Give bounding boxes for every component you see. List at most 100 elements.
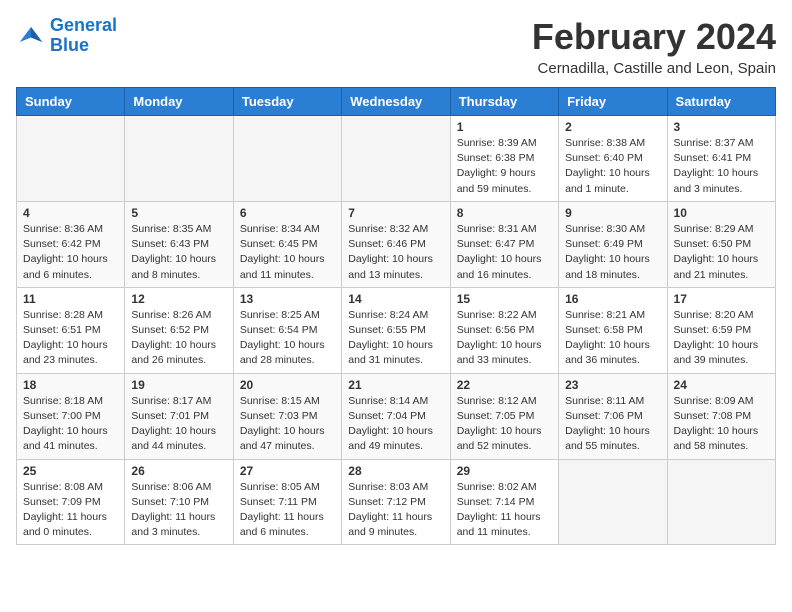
calendar-cell: 27 Sunrise: 8:05 AM Sunset: 7:11 PM Dayli… (233, 459, 341, 545)
day-number: 16 (565, 292, 660, 306)
calendar-cell: 2Sunrise: 8:38 AM Sunset: 6:40 PM Daylig… (559, 116, 667, 202)
weekday-header: Thursday (450, 88, 558, 116)
calendar-cell: 10 Sunrise: 8:29 AM Sunset: 6:50 PM Dayli… (667, 201, 775, 287)
day-number: 11 (23, 292, 118, 306)
day-number: 9 (565, 206, 660, 220)
calendar-cell: 8 Sunrise: 8:31 AM Sunset: 6:47 PM Daylig… (450, 201, 558, 287)
day-number: 21 (348, 378, 443, 392)
day-number: 13 (240, 292, 335, 306)
day-number: 12 (131, 292, 226, 306)
calendar-week-row: 25 Sunrise: 8:08 AM Sunset: 7:09 PM Dayli… (17, 459, 776, 545)
day-number: 3 (674, 120, 769, 134)
day-number: 25 (23, 464, 118, 478)
calendar-cell: 11 Sunrise: 8:28 AM Sunset: 6:51 PM Dayli… (17, 287, 125, 373)
logo-icon (16, 21, 46, 51)
calendar-cell: 16 Sunrise: 8:21 AM Sunset: 6:58 PM Dayli… (559, 287, 667, 373)
calendar-cell: 6Sunrise: 8:34 AM Sunset: 6:45 PM Daylig… (233, 201, 341, 287)
calendar-cell: 4 Sunrise: 8:36 AM Sunset: 6:42 PM Daylig… (17, 201, 125, 287)
day-info: Sunrise: 8:32 AM Sunset: 6:46 PM Dayligh… (348, 222, 443, 283)
logo-text: General Blue (50, 16, 117, 56)
day-number: 26 (131, 464, 226, 478)
calendar-cell: 21 Sunrise: 8:14 AM Sunset: 7:04 PM Dayli… (342, 373, 450, 459)
day-info: Sunrise: 8:30 AM Sunset: 6:49 PM Dayligh… (565, 222, 660, 283)
day-info: Sunrise: 8:17 AM Sunset: 7:01 PM Dayligh… (131, 394, 226, 455)
day-info: Sunrise: 8:39 AM Sunset: 6:38 PM Dayligh… (457, 136, 552, 197)
calendar-cell: 5Sunrise: 8:35 AM Sunset: 6:43 PM Daylig… (125, 201, 233, 287)
day-number: 19 (131, 378, 226, 392)
day-info: Sunrise: 8:29 AM Sunset: 6:50 PM Dayligh… (674, 222, 769, 283)
day-info: Sunrise: 8:02 AM Sunset: 7:14 PM Dayligh… (457, 480, 552, 541)
weekday-header: Friday (559, 88, 667, 116)
calendar-cell: 15Sunrise: 8:22 AM Sunset: 6:56 PM Dayli… (450, 287, 558, 373)
day-number: 14 (348, 292, 443, 306)
day-info: Sunrise: 8:28 AM Sunset: 6:51 PM Dayligh… (23, 308, 118, 369)
calendar-cell: 29 Sunrise: 8:02 AM Sunset: 7:14 PM Dayli… (450, 459, 558, 545)
day-info: Sunrise: 8:18 AM Sunset: 7:00 PM Dayligh… (23, 394, 118, 455)
day-number: 17 (674, 292, 769, 306)
calendar-week-row: 18 Sunrise: 8:18 AM Sunset: 7:00 PM Dayli… (17, 373, 776, 459)
calendar-cell: 7 Sunrise: 8:32 AM Sunset: 6:46 PM Daylig… (342, 201, 450, 287)
calendar-table: SundayMondayTuesdayWednesdayThursdayFrid… (16, 87, 776, 545)
title-block: February 2024 Cernadilla, Castille and L… (532, 16, 776, 77)
day-info: Sunrise: 8:21 AM Sunset: 6:58 PM Dayligh… (565, 308, 660, 369)
day-info: Sunrise: 8:14 AM Sunset: 7:04 PM Dayligh… (348, 394, 443, 455)
day-number: 7 (348, 206, 443, 220)
day-number: 4 (23, 206, 118, 220)
day-info: Sunrise: 8:36 AM Sunset: 6:42 PM Dayligh… (23, 222, 118, 283)
calendar-cell: 26 Sunrise: 8:06 AM Sunset: 7:10 PM Dayli… (125, 459, 233, 545)
day-info: Sunrise: 8:22 AM Sunset: 6:56 PM Dayligh… (457, 308, 552, 369)
day-info: Sunrise: 8:38 AM Sunset: 6:40 PM Dayligh… (565, 136, 660, 197)
day-info: Sunrise: 8:09 AM Sunset: 7:08 PM Dayligh… (674, 394, 769, 455)
calendar-cell: 12 Sunrise: 8:26 AM Sunset: 6:52 PM Dayli… (125, 287, 233, 373)
calendar-cell (559, 459, 667, 545)
day-number: 18 (23, 378, 118, 392)
calendar-cell (342, 116, 450, 202)
day-number: 29 (457, 464, 552, 478)
day-number: 24 (674, 378, 769, 392)
day-number: 8 (457, 206, 552, 220)
calendar-cell: 20 Sunrise: 8:15 AM Sunset: 7:03 PM Dayli… (233, 373, 341, 459)
calendar-cell (667, 459, 775, 545)
day-info: Sunrise: 8:24 AM Sunset: 6:55 PM Dayligh… (348, 308, 443, 369)
day-info: Sunrise: 8:11 AM Sunset: 7:06 PM Dayligh… (565, 394, 660, 455)
day-number: 27 (240, 464, 335, 478)
day-info: Sunrise: 8:05 AM Sunset: 7:11 PM Dayligh… (240, 480, 335, 541)
day-number: 10 (674, 206, 769, 220)
day-number: 20 (240, 378, 335, 392)
day-info: Sunrise: 8:25 AM Sunset: 6:54 PM Dayligh… (240, 308, 335, 369)
calendar-cell: 3 Sunrise: 8:37 AM Sunset: 6:41 PM Daylig… (667, 116, 775, 202)
calendar-week-row: 11 Sunrise: 8:28 AM Sunset: 6:51 PM Dayli… (17, 287, 776, 373)
page-header: General Blue February 2024 Cernadilla, C… (16, 16, 776, 77)
day-info: Sunrise: 8:31 AM Sunset: 6:47 PM Dayligh… (457, 222, 552, 283)
day-info: Sunrise: 8:06 AM Sunset: 7:10 PM Dayligh… (131, 480, 226, 541)
weekday-header: Saturday (667, 88, 775, 116)
calendar-cell: 18 Sunrise: 8:18 AM Sunset: 7:00 PM Dayli… (17, 373, 125, 459)
day-info: Sunrise: 8:26 AM Sunset: 6:52 PM Dayligh… (131, 308, 226, 369)
calendar-cell: 17Sunrise: 8:20 AM Sunset: 6:59 PM Dayli… (667, 287, 775, 373)
weekday-header: Monday (125, 88, 233, 116)
calendar-cell: 19 Sunrise: 8:17 AM Sunset: 7:01 PM Dayli… (125, 373, 233, 459)
day-info: Sunrise: 8:37 AM Sunset: 6:41 PM Dayligh… (674, 136, 769, 197)
calendar-cell: 13 Sunrise: 8:25 AM Sunset: 6:54 PM Dayli… (233, 287, 341, 373)
calendar-week-row: 1 Sunrise: 8:39 AM Sunset: 6:38 PM Daylig… (17, 116, 776, 202)
calendar-cell: 9 Sunrise: 8:30 AM Sunset: 6:49 PM Daylig… (559, 201, 667, 287)
day-info: Sunrise: 8:15 AM Sunset: 7:03 PM Dayligh… (240, 394, 335, 455)
logo-line1: General (50, 15, 117, 35)
calendar-cell: 25 Sunrise: 8:08 AM Sunset: 7:09 PM Dayli… (17, 459, 125, 545)
day-number: 28 (348, 464, 443, 478)
day-number: 23 (565, 378, 660, 392)
weekday-header: Sunday (17, 88, 125, 116)
calendar-cell: 23 Sunrise: 8:11 AM Sunset: 7:06 PM Dayli… (559, 373, 667, 459)
calendar-week-row: 4 Sunrise: 8:36 AM Sunset: 6:42 PM Daylig… (17, 201, 776, 287)
logo: General Blue (16, 16, 117, 56)
location: Cernadilla, Castille and Leon, Spain (532, 60, 776, 77)
calendar-cell (17, 116, 125, 202)
weekday-header: Tuesday (233, 88, 341, 116)
day-number: 1 (457, 120, 552, 134)
logo-line2: Blue (50, 35, 89, 55)
calendar-cell: 14 Sunrise: 8:24 AM Sunset: 6:55 PM Dayli… (342, 287, 450, 373)
calendar-cell (233, 116, 341, 202)
day-info: Sunrise: 8:34 AM Sunset: 6:45 PM Dayligh… (240, 222, 335, 283)
day-info: Sunrise: 8:08 AM Sunset: 7:09 PM Dayligh… (23, 480, 118, 541)
day-info: Sunrise: 8:12 AM Sunset: 7:05 PM Dayligh… (457, 394, 552, 455)
